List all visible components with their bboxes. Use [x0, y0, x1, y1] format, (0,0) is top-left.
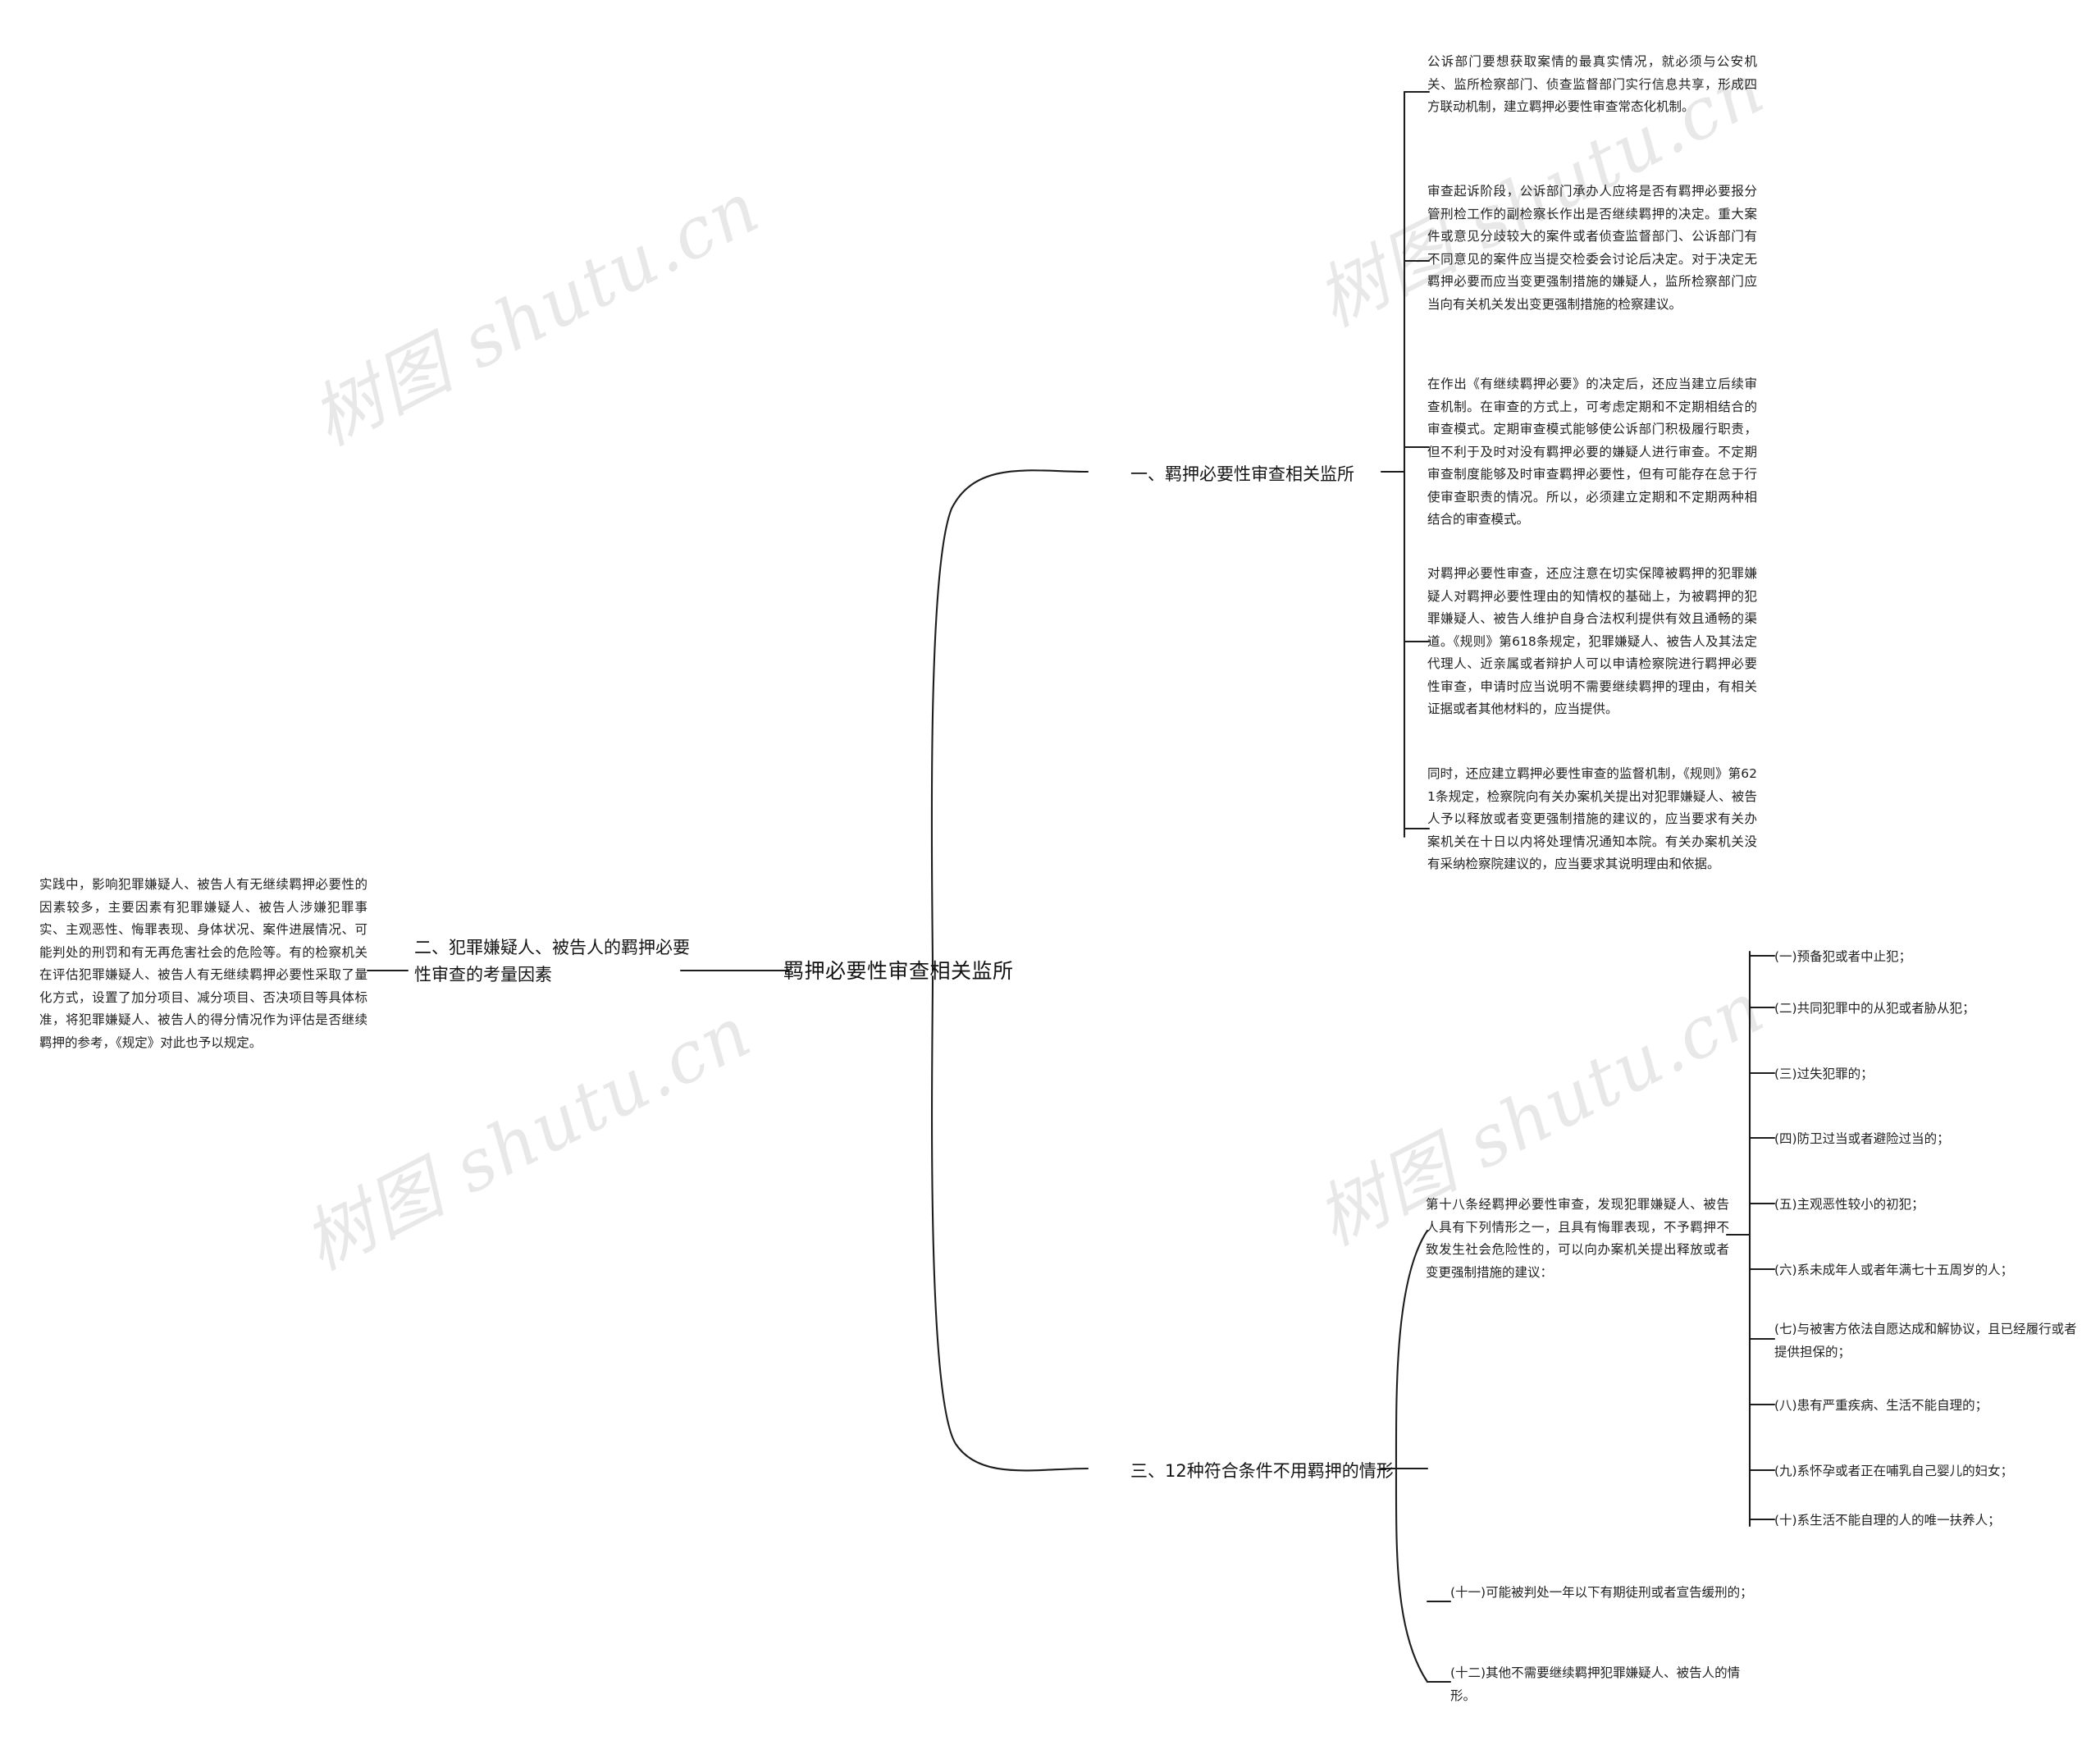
leaf-node-b1-c5[interactable]: 同时，还应建立羁押必要性审查的监督机制，《规则》第621条规定，检察院向有关办案… — [1427, 763, 1757, 876]
leaf-node-b1-c3-text: 在作出《有继续羁押必要》的决定后，还应当建立后续审查机制。在审查的方式上，可考虑… — [1427, 377, 1757, 528]
list-item-11-text: (十一)可能被判处一年以下有期徒刑或者宣告缓刑的； — [1450, 1585, 1753, 1600]
leaf-node-b1-c4[interactable]: 对羁押必要性审查，还应注意在切实保障被羁押的犯罪嫌疑人对羁押必要性理由的知情权的… — [1427, 563, 1757, 721]
leaf-node-b1-c2[interactable]: 审查起诉阶段，公诉部门承办人应将是否有羁押必要报分管刑检工作的副检察长作出是否继… — [1427, 180, 1757, 316]
branch-node-1[interactable]: 一、羁押必要性审查相关监所 — [1130, 461, 1401, 488]
list-item-4-text: (四)防卫过当或者避险过当的； — [1774, 1131, 1950, 1146]
leaf-node-b1-c1[interactable]: 公诉部门要想获取案情的最真实情况，就必须与公安机关、监所检察部门、侦查监督部门实… — [1427, 51, 1757, 119]
leaf-node-b1-c2-text: 审查起诉阶段，公诉部门承办人应将是否有羁押必要报分管刑检工作的副检察长作出是否继… — [1427, 184, 1757, 312]
list-item-5[interactable]: (五)主观恶性较小的初犯； — [1774, 1194, 2086, 1217]
leaf-node-b3-intro[interactable]: 第十八条经羁押必要性审查，发现犯罪嫌疑人、被告人具有下列情形之一，且具有悔罪表现… — [1426, 1194, 1729, 1284]
branch-node-2-label: 二、犯罪嫌疑人、被告人的羁押必要性审查的考量因素 — [414, 938, 690, 984]
list-item-9[interactable]: (九)系怀孕或者正在哺乳自己婴儿的妇女； — [1774, 1460, 2086, 1483]
root-node-label: 羁押必要性审查相关监所 — [783, 959, 1014, 983]
list-item-8-text: (八)患有严重疾病、生活不能自理的； — [1774, 1398, 1988, 1413]
mindmap-canvas: 树图 shutu.cn 树图 shutu.cn 树图 shutu.cn 树图 s… — [0, 0, 2100, 1745]
branch-node-2[interactable]: 二、犯罪嫌疑人、被告人的羁押必要性审查的考量因素 — [414, 934, 701, 988]
list-item-7[interactable]: (七)与被害方依法自愿达成和解协议，且已经履行或者提供担保的； — [1774, 1318, 2086, 1364]
connector-lines — [366, 90, 1776, 1683]
list-item-3-text: (三)过失犯罪的； — [1774, 1067, 1874, 1081]
watermark: 树图 shutu.cn — [299, 166, 773, 462]
list-item-6-text: (六)系未成年人或者年满七十五周岁的人； — [1774, 1263, 2014, 1277]
list-item-9-text: (九)系怀孕或者正在哺乳自己婴儿的妇女； — [1774, 1464, 2014, 1478]
list-item-6[interactable]: (六)系未成年人或者年满七十五周岁的人； — [1774, 1259, 2086, 1282]
list-item-1-text: (一)预备犯或者中止犯； — [1774, 949, 1912, 964]
watermark-layer: 树图 shutu.cn 树图 shutu.cn 树图 shutu.cn 树图 s… — [0, 0, 2100, 1745]
list-item-10[interactable]: (十)系生活不能自理的人的唯一扶养人； — [1774, 1510, 2086, 1533]
list-item-2[interactable]: (二)共同犯罪中的从犯或者胁从犯； — [1774, 998, 2086, 1021]
list-item-11[interactable]: (十一)可能被判处一年以下有期徒刑或者宣告缓刑的； — [1450, 1582, 1760, 1605]
leaf-node-b1-c1-text: 公诉部门要想获取案情的最真实情况，就必须与公安机关、监所检察部门、侦查监督部门实… — [1427, 54, 1757, 115]
list-item-12-text: (十二)其他不需要继续羁押犯罪嫌疑人、被告人的情形。 — [1450, 1665, 1741, 1703]
list-item-12[interactable]: (十二)其他不需要继续羁押犯罪嫌疑人、被告人的情形。 — [1450, 1662, 1760, 1707]
list-item-1[interactable]: (一)预备犯或者中止犯； — [1774, 946, 2086, 969]
leaf-node-b1-c5-text: 同时，还应建立羁押必要性审查的监督机制，《规则》第621条规定，检察院向有关办案… — [1427, 766, 1757, 872]
list-item-8[interactable]: (八)患有严重疾病、生活不能自理的； — [1774, 1395, 2086, 1418]
branch-node-3-label: 三、12种符合条件不用羁押的情形 — [1130, 1461, 1394, 1481]
root-node[interactable]: 羁押必要性审查相关监所 — [783, 956, 1095, 987]
list-item-4[interactable]: (四)防卫过当或者避险过当的； — [1774, 1128, 2086, 1151]
list-item-2-text: (二)共同犯罪中的从犯或者胁从犯； — [1774, 1001, 1975, 1016]
leaf-node-b3-intro-text: 第十八条经羁押必要性审查，发现犯罪嫌疑人、被告人具有下列情形之一，且具有悔罪表现… — [1426, 1197, 1729, 1280]
link-root-branch3 — [930, 975, 1089, 1472]
leaf-node-b1-c4-text: 对羁押必要性审查，还应注意在切实保障被羁押的犯罪嫌疑人对羁押必要性理由的知情权的… — [1427, 566, 1757, 717]
leaf-node-b2-c1[interactable]: 实践中，影响犯罪嫌疑人、被告人有无继续羁押必要性的因素较多，主要因素有犯罪嫌疑人… — [39, 874, 368, 1055]
branch3-bracket — [1395, 1229, 1429, 1683]
link-root-branch1 — [930, 469, 1089, 972]
branch-node-1-label: 一、羁押必要性审查相关监所 — [1130, 464, 1354, 484]
list-item-7-text: (七)与被害方依法自愿达成和解协议，且已经履行或者提供担保的； — [1774, 1322, 2077, 1359]
list-item-10-text: (十)系生活不能自理的人的唯一扶养人； — [1774, 1513, 2001, 1528]
list-item-5-text: (五)主观恶性较小的初犯； — [1774, 1197, 1924, 1212]
branch-node-3[interactable]: 三、12种符合条件不用羁押的情形 — [1130, 1458, 1401, 1485]
leaf-node-b1-c3[interactable]: 在作出《有继续羁押必要》的决定后，还应当建立后续审查机制。在审查的方式上，可考虑… — [1427, 373, 1757, 532]
leaf-node-b2-c1-text: 实践中，影响犯罪嫌疑人、被告人有无继续羁押必要性的因素较多，主要因素有犯罪嫌疑人… — [39, 877, 368, 1051]
list-item-3[interactable]: (三)过失犯罪的； — [1774, 1063, 2086, 1086]
